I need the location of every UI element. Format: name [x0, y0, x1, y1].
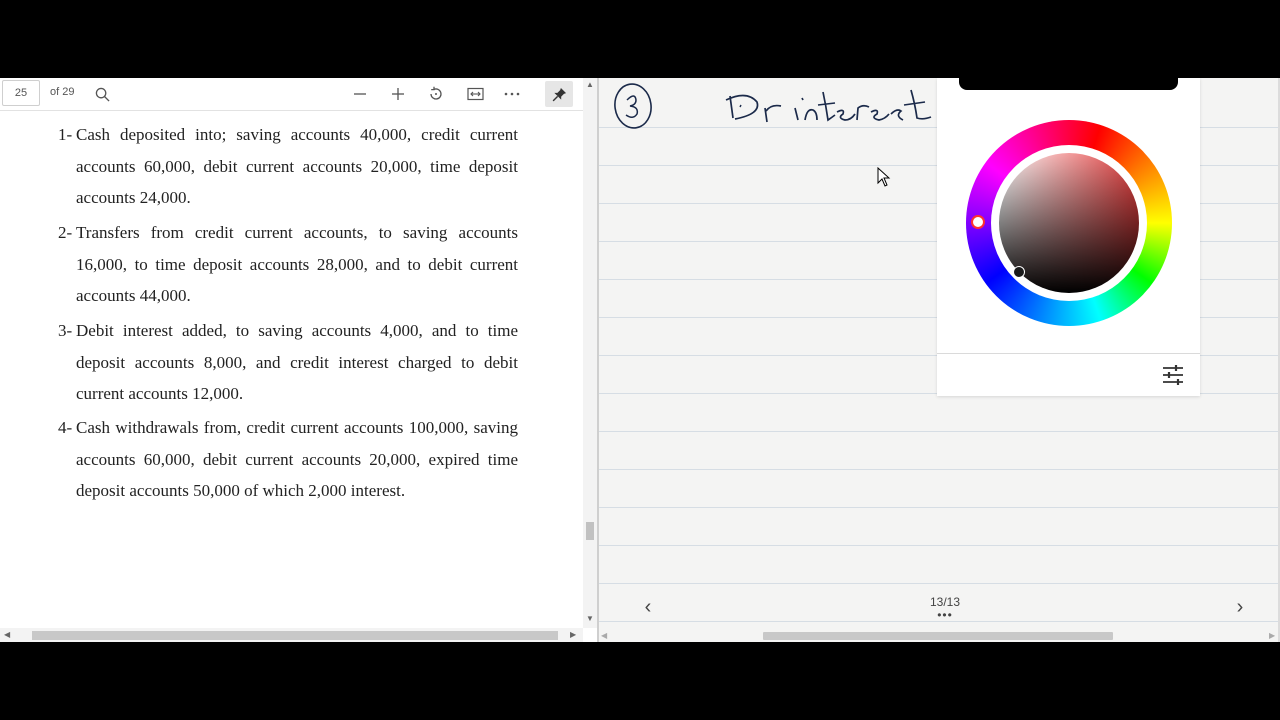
- hue-ring[interactable]: [966, 120, 1172, 326]
- horizontal-scrollbar[interactable]: ◀ ▶: [599, 630, 1280, 642]
- scroll-left-icon[interactable]: ◀: [601, 630, 607, 642]
- item-number: 2-: [58, 223, 73, 242]
- scrollbar-thumb[interactable]: [32, 631, 558, 640]
- picker-header-bar: [959, 78, 1178, 90]
- list-item: 3- Debit interest added, to saving accou…: [58, 315, 518, 410]
- page-indicator: 13/13: [929, 595, 961, 609]
- scroll-right-icon[interactable]: ▶: [570, 628, 576, 642]
- color-picker-panel: [937, 78, 1200, 396]
- list-item: 1- Cash deposited into; saving accounts …: [58, 119, 518, 214]
- item-text: Cash withdrawals from, credit current ac…: [76, 418, 518, 500]
- more-icon[interactable]: [498, 81, 526, 107]
- scrollbar-thumb[interactable]: [586, 522, 594, 540]
- page-number-input[interactable]: [2, 80, 40, 106]
- pdf-toolbar: of 29: [0, 78, 583, 111]
- item-number: 4-: [58, 418, 73, 437]
- fit-width-icon[interactable]: [461, 81, 489, 107]
- item-number: 1-: [58, 125, 73, 144]
- search-icon[interactable]: [88, 81, 116, 107]
- scroll-left-icon[interactable]: ◀: [4, 628, 10, 642]
- color-handle[interactable]: [1013, 266, 1025, 278]
- hue-handle[interactable]: [971, 215, 985, 229]
- item-text: Cash deposited into; saving accounts 40,…: [76, 125, 518, 207]
- scroll-right-icon[interactable]: ▶: [1269, 630, 1275, 642]
- more-options-icon[interactable]: •••: [931, 608, 959, 622]
- pin-icon[interactable]: [545, 81, 573, 107]
- mouse-cursor-icon: [877, 167, 891, 187]
- divider: [937, 353, 1200, 354]
- scrollbar-thumb[interactable]: [763, 632, 1113, 640]
- item-text: Transfers from credit current accounts, …: [76, 223, 518, 305]
- item-number: 3-: [58, 321, 73, 340]
- plus-icon[interactable]: [384, 81, 412, 107]
- list-item: 4- Cash withdrawals from, credit current…: [58, 412, 518, 507]
- minus-icon[interactable]: [346, 81, 374, 107]
- vertical-scrollbar[interactable]: ▲ ▼: [583, 78, 597, 628]
- pdf-viewer: of 29 1- Cash deposited into; saving acc…: [0, 78, 597, 642]
- chevron-right-icon[interactable]: ›: [1229, 596, 1251, 618]
- adjust-sliders-icon[interactable]: [1161, 364, 1185, 386]
- list-item: 2- Transfers from credit current account…: [58, 217, 518, 312]
- scroll-down-icon[interactable]: ▼: [583, 614, 597, 623]
- pdf-page-content: 1- Cash deposited into; saving accounts …: [0, 111, 583, 628]
- item-text: Debit interest added, to saving accounts…: [76, 321, 518, 403]
- rotate-icon[interactable]: [422, 81, 450, 107]
- scroll-up-icon[interactable]: ▲: [583, 80, 597, 89]
- horizontal-scrollbar[interactable]: ◀ ▶: [0, 628, 583, 642]
- chevron-left-icon[interactable]: ‹: [637, 596, 659, 618]
- page-total-label: of 29: [50, 86, 75, 98]
